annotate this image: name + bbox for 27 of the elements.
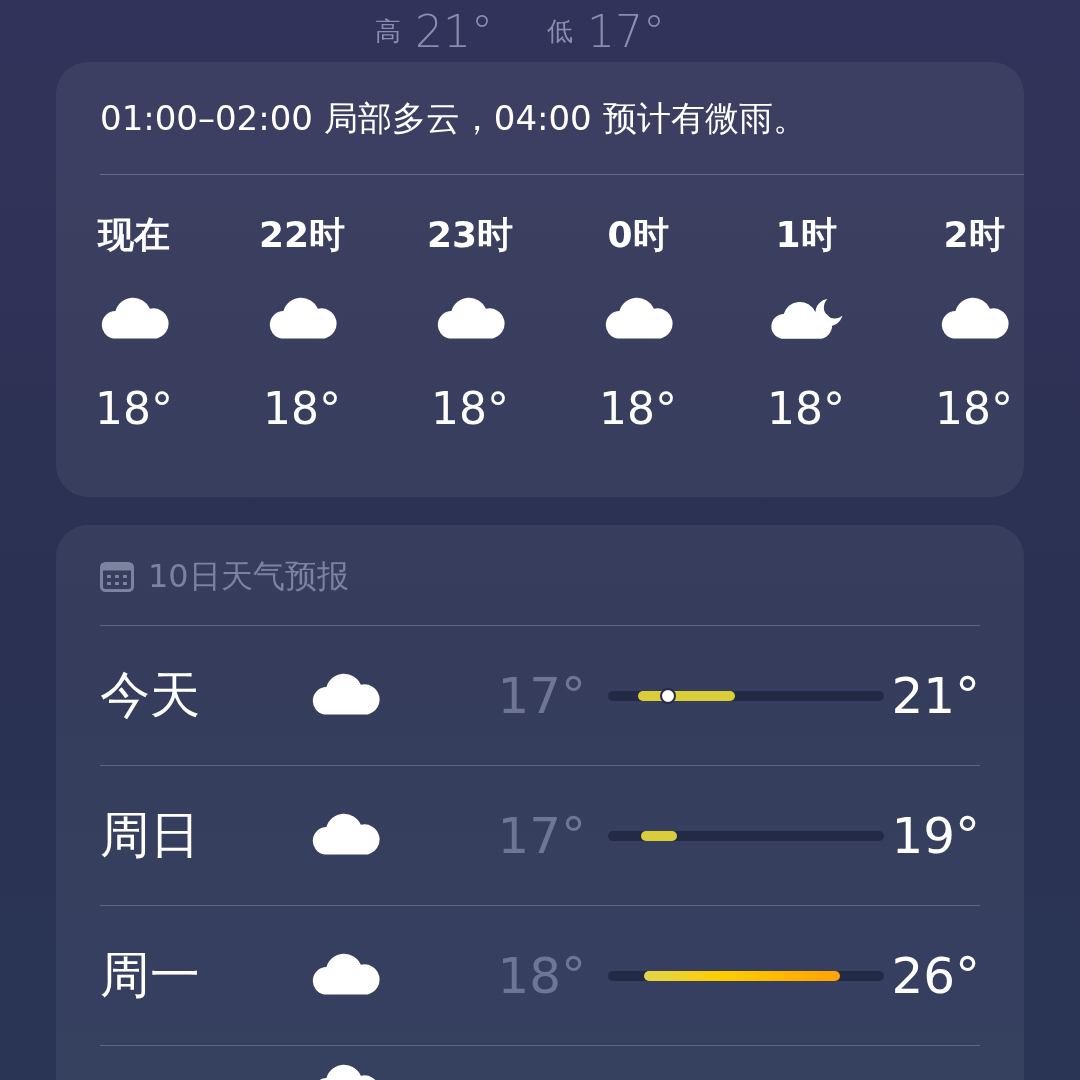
low-temperature: 17°	[587, 5, 665, 57]
hour-label: 0时	[607, 213, 669, 257]
day-label: 周一	[100, 945, 201, 1006]
hour-temperature: 18°	[431, 383, 509, 434]
low-temperature: 18°	[496, 946, 586, 1005]
hour-label: 2时	[943, 213, 1005, 257]
day-label: 今天	[100, 665, 201, 726]
hour-label: 23时	[426, 213, 514, 257]
forecast-title: 10日天气预报	[148, 556, 349, 597]
hour-temperature: 18°	[263, 383, 341, 434]
hour-label: 1时	[775, 213, 837, 257]
weather-summary: 01:00–02:00 局部多云，04:00 预计有微雨。	[100, 97, 808, 140]
hour-temperature: 18°	[95, 383, 173, 434]
hour-label: 现在	[98, 213, 170, 257]
hour-temperature: 18°	[935, 383, 1013, 434]
high-temperature: 21°	[415, 5, 493, 57]
high-temperature: 26°	[891, 946, 980, 1005]
low-temperature: 17°	[496, 806, 586, 865]
low-label: 低	[547, 14, 573, 48]
hour-temperature: 18°	[767, 383, 845, 434]
high-temperature: 19°	[891, 806, 980, 865]
high-temperature: 21°	[891, 666, 980, 725]
low-temperature: 17°	[496, 666, 586, 725]
high-label: 高	[375, 14, 401, 48]
day-label: 周日	[100, 805, 201, 866]
hour-label: 22时	[258, 213, 346, 257]
hour-temperature: 18°	[599, 383, 677, 434]
